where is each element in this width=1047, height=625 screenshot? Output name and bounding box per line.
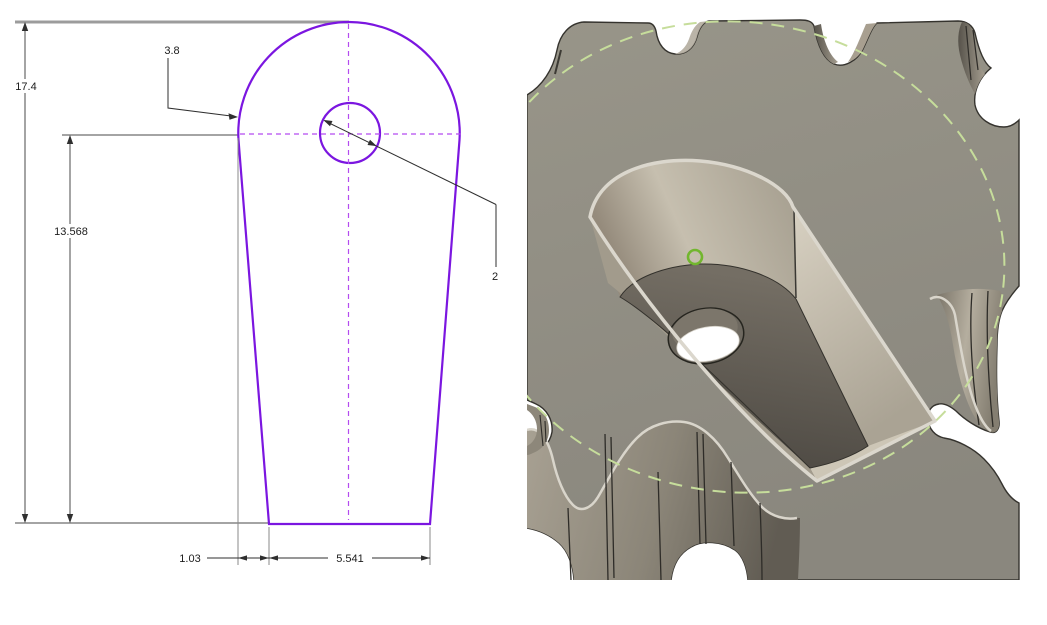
- arrow-upleft-icon: [323, 120, 332, 126]
- arrow-left-icon: [238, 555, 247, 560]
- dim-overall-height[interactable]: 17.4: [12, 22, 40, 523]
- dim-fillet-radius[interactable]: 3.8: [164, 45, 238, 120]
- dim-label-bottom-left-offset[interactable]: 1.03: [179, 553, 200, 565]
- arrow-right-icon: [229, 113, 239, 120]
- dim-bottom-width[interactable]: 5.541: [269, 553, 430, 565]
- dim-label-fillet-radius[interactable]: 3.8: [164, 45, 179, 57]
- model-3d-viewport[interactable]: [527, 0, 1020, 580]
- arrow-down-icon: [67, 514, 73, 523]
- arrow-right-icon: [260, 555, 269, 560]
- dimension-sketch-panel[interactable]: 17.4 13.568 3.8 2: [0, 0, 527, 625]
- arrow-left-icon: [269, 555, 278, 560]
- dim-left-height[interactable]: 13.568: [51, 135, 91, 523]
- dim-hole-diameter[interactable]: 2: [323, 120, 498, 283]
- arrow-down-icon: [22, 514, 28, 523]
- dim-label-left-height[interactable]: 13.568: [54, 226, 88, 238]
- dim-label-overall-height[interactable]: 17.4: [15, 81, 36, 93]
- arrow-right-icon: [421, 555, 430, 560]
- dim-bottom-left-offset[interactable]: 1.03: [179, 553, 269, 565]
- arrow-downright-icon: [368, 140, 377, 146]
- dim-label-bottom-width[interactable]: 5.541: [336, 553, 364, 565]
- dim-label-hole-diameter[interactable]: 2: [492, 271, 498, 283]
- arrow-up-icon: [67, 135, 73, 144]
- cad-screenshot: 17.4 13.568 3.8 2: [0, 0, 1047, 625]
